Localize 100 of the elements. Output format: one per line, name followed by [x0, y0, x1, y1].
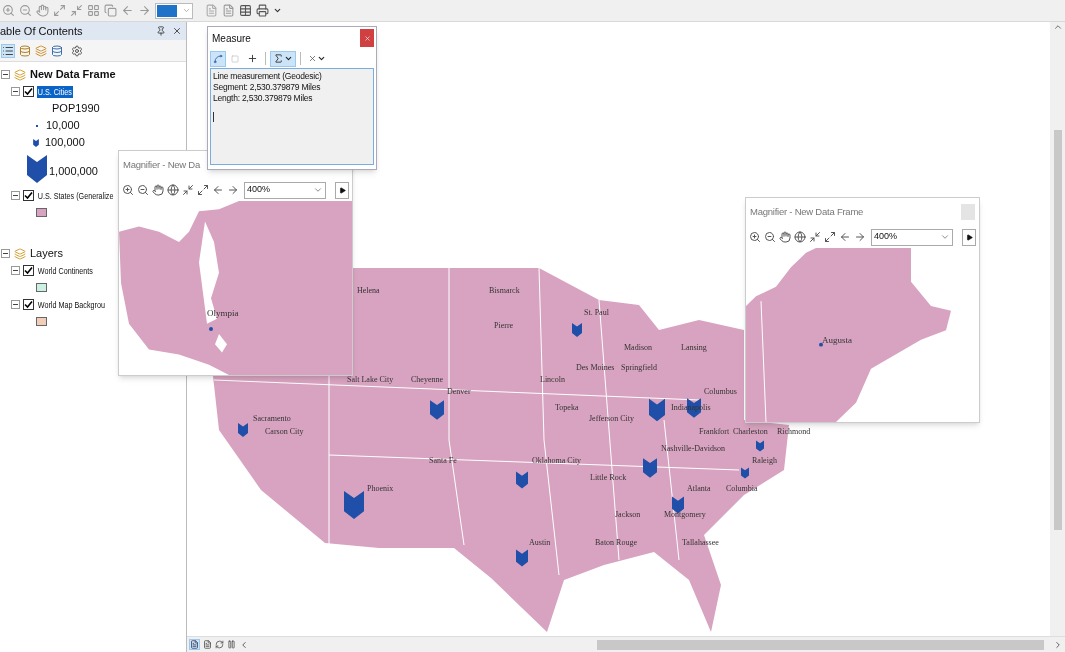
collapse-icon[interactable]: [11, 266, 20, 275]
scroll-up-icon[interactable]: [1052, 22, 1063, 32]
layer-checkbox[interactable]: [23, 299, 34, 310]
zoom-in-icon[interactable]: [749, 231, 761, 243]
city-label: Santa Fe: [429, 457, 457, 465]
layer-checkbox[interactable]: [23, 265, 34, 276]
city-label: Pierre: [494, 322, 514, 330]
window-title: Magnifier - New Data Frame: [750, 204, 864, 219]
city-label: Helena: [357, 287, 380, 295]
play-icon: [338, 186, 346, 194]
pin-icon[interactable]: [156, 26, 166, 36]
list-icon[interactable]: [1, 43, 15, 58]
text-cursor: [213, 112, 214, 122]
layers-icon[interactable]: [35, 44, 47, 57]
horizontal-scrollbar[interactable]: [597, 639, 1044, 650]
expand-arrows-icon[interactable]: [824, 231, 836, 243]
zoom-out-icon[interactable]: [137, 184, 149, 196]
zoom-out-icon[interactable]: [764, 231, 776, 243]
layer-label[interactable]: U.S. States (Generalize: [37, 189, 115, 202]
play-icon: [965, 233, 973, 241]
square-icon: [231, 54, 239, 63]
data-frame-icon: [14, 247, 26, 260]
layer-checkbox[interactable]: [23, 190, 34, 201]
measurement-text: Line measurement (Geodesic): [213, 71, 323, 82]
back-icon[interactable]: [212, 184, 224, 196]
caret-icon: [284, 54, 293, 63]
forward-icon[interactable]: [138, 4, 151, 17]
layer-label[interactable]: World Map Backgrou: [37, 298, 106, 311]
city-label: Little Rock: [590, 474, 627, 482]
city-label: St. Paul: [584, 309, 609, 317]
legend-label: 10,000: [46, 118, 80, 134]
city-label: Bismarck: [489, 287, 520, 295]
city-label: Topeka: [555, 404, 579, 412]
city-label: Montgomery: [664, 511, 706, 519]
legend-label: 1,000,000: [49, 163, 98, 179]
city-label: Madison: [624, 344, 652, 352]
city-label: Sacramento: [253, 415, 291, 423]
refresh-icon[interactable]: [215, 640, 224, 649]
caret-icon: [940, 232, 950, 242]
vertical-scrollbar[interactable]: [1050, 22, 1065, 636]
layout-view-icon[interactable]: [189, 639, 200, 650]
play-button[interactable]: [962, 228, 976, 246]
scroll-right-icon[interactable]: [1053, 639, 1063, 650]
layer-label[interactable]: World Continents: [37, 264, 94, 277]
city-label: Salt Lake City: [347, 376, 394, 384]
fixed-zoom-icon[interactable]: [70, 4, 83, 17]
play-button[interactable]: [335, 181, 349, 199]
shrink-icon[interactable]: [182, 184, 194, 196]
pan-icon[interactable]: [779, 231, 791, 243]
collapse-icon[interactable]: [11, 300, 20, 309]
options-icon[interactable]: [71, 44, 83, 57]
forward-icon[interactable]: [854, 231, 866, 243]
copy-icon[interactable]: [104, 4, 117, 17]
collapse-icon[interactable]: [11, 87, 20, 96]
table-icon[interactable]: [239, 4, 252, 17]
full-extent-icon[interactable]: [53, 4, 66, 17]
overflow-icon[interactable]: [273, 6, 282, 15]
layer-checkbox[interactable]: [23, 86, 34, 97]
city-label: Atlanta: [687, 485, 711, 493]
color-dropdown[interactable]: [155, 2, 193, 19]
zoom-in-icon[interactable]: [122, 184, 134, 196]
globe-icon[interactable]: [167, 184, 179, 196]
collapse-icon[interactable]: [1, 249, 10, 258]
data-frame-icon: [14, 68, 26, 81]
document-icon[interactable]: [222, 4, 235, 17]
city-label: Raleigh: [752, 457, 777, 465]
zoom-dropdown[interactable]: 400%: [871, 228, 953, 246]
sum-button[interactable]: [270, 50, 296, 67]
scroll-left-icon[interactable]: [239, 639, 249, 650]
window-title: Measure: [212, 31, 251, 46]
pan-icon[interactable]: [152, 184, 164, 196]
globe-icon[interactable]: [794, 231, 806, 243]
data-frame-label[interactable]: Layers: [30, 245, 64, 262]
database-icon[interactable]: [19, 44, 31, 57]
zoom-dropdown[interactable]: 400%: [244, 181, 326, 199]
city-label: Oklahoma City: [532, 457, 582, 465]
measurement-text: Segment: 2,530.379879 Miles: [213, 82, 322, 93]
layer-label[interactable]: U.S. Cities: [37, 85, 73, 98]
close-icon: [363, 34, 371, 42]
city-label: Tallahassee: [682, 539, 719, 547]
grid-icon[interactable]: [87, 4, 100, 17]
data-frame-label[interactable]: New Data Frame: [30, 66, 116, 83]
back-icon[interactable]: [121, 4, 134, 17]
forward-icon[interactable]: [227, 184, 239, 196]
back-icon[interactable]: [839, 231, 851, 243]
collapse-icon[interactable]: [11, 191, 20, 200]
line-tool-button[interactable]: [210, 50, 226, 67]
printer-icon[interactable]: [256, 4, 269, 17]
collapse-icon[interactable]: [1, 70, 10, 79]
page-icon[interactable]: [203, 640, 212, 649]
window-title: Magnifier - New Da: [123, 157, 201, 172]
shrink-icon[interactable]: [809, 231, 821, 243]
plus-icon: [247, 53, 258, 64]
pause-icon[interactable]: [227, 640, 236, 649]
marker-icon: [33, 138, 39, 147]
city-label: Lansing: [681, 344, 707, 352]
source-icon[interactable]: [51, 44, 63, 57]
caret-icon: [313, 185, 323, 195]
close-icon[interactable]: [172, 26, 182, 36]
expand-arrows-icon[interactable]: [197, 184, 209, 196]
